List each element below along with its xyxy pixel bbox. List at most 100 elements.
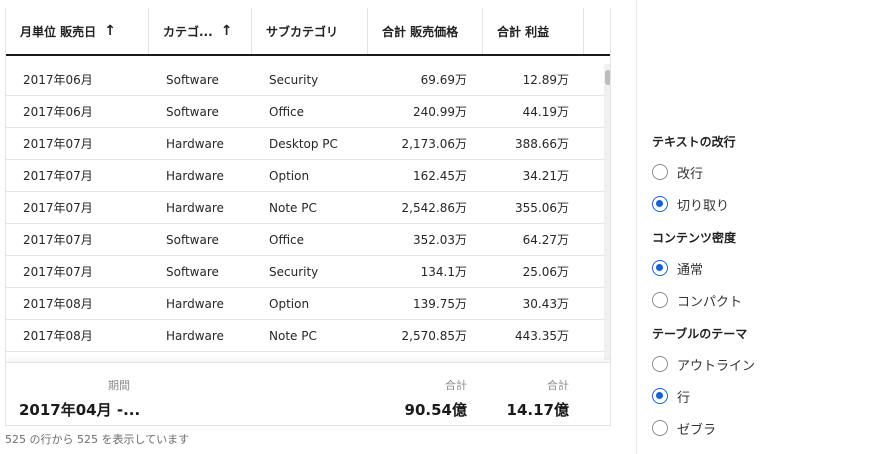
table-cell: 12.89万 [522, 73, 569, 87]
table-cell: 139.75万 [413, 297, 467, 311]
row-count-status: 525 の行から 525 を表示しています [5, 433, 190, 446]
radio-icon[interactable] [652, 260, 668, 276]
table-cell: 2017年08月 [23, 297, 93, 311]
column-header-category[interactable]: カテゴ... ↑ [149, 8, 252, 54]
theme-title: テーブルのテーマ [652, 327, 748, 341]
radio-label: 改行 [677, 166, 704, 182]
table-cell: 162.45万 [413, 169, 467, 183]
column-header-label: 合計 販売価格 [382, 24, 459, 39]
table-header: 月単位 販売日 ↑ カテゴ... ↑ サブカテゴリ 合計 販売価格 合計 利益 [6, 8, 610, 56]
table-cell: Hardware [166, 136, 224, 151]
table-row[interactable]: 2017年07月 Hardware Note PC 2,542.86万 355.06万 [6, 192, 604, 224]
arrow-up-icon: ↑ [220, 23, 233, 39]
table-cell: 2,542.86万 [401, 201, 467, 215]
radio-icon[interactable] [652, 388, 668, 404]
column-header-sales-total[interactable]: 合計 販売価格 [368, 8, 483, 54]
table-cell: 30.43万 [522, 297, 569, 311]
table-cell: 352.03万 [413, 233, 467, 247]
vertical-scrollbar[interactable] [604, 64, 610, 360]
table-row[interactable]: 2017年06月 Software Office 240.99万 44.19万 [6, 96, 604, 128]
table-cell: 2017年07月 [23, 233, 93, 247]
radio-label: アウトライン [677, 358, 756, 374]
table-cell: 25.06万 [522, 265, 569, 279]
table-cell: Hardware [166, 296, 224, 311]
table-cell: Hardware [166, 328, 224, 343]
table-cell: 2017年07月 [23, 169, 93, 183]
table-cell: 2,173.06万 [401, 137, 467, 151]
radio-zebra[interactable]: ゼブラ [652, 418, 716, 438]
table-cell: Hardware [166, 200, 224, 215]
table-row[interactable]: 2017年08月 Hardware Note PC 2,570.85万 443.35万 [6, 320, 604, 352]
radio-wrap[interactable]: 改行 [652, 162, 703, 182]
radio-normal[interactable]: 通常 [652, 258, 703, 278]
table-cell: Office [269, 104, 305, 119]
table-cell: Option [269, 168, 310, 183]
table-cell: 2017年06月 [23, 73, 93, 87]
table-cell: Hardware [166, 168, 224, 183]
table-cell: 44.19万 [522, 105, 569, 119]
radio-compact[interactable]: コンパクト [652, 290, 742, 310]
column-header-month[interactable]: 月単位 販売日 ↑ [6, 8, 149, 54]
column-header-label: カテゴ... [163, 24, 213, 39]
table-cell: Note PC [269, 328, 317, 343]
radio-icon[interactable] [652, 356, 668, 372]
data-table: 月単位 販売日 ↑ カテゴ... ↑ サブカテゴリ 合計 販売価格 合計 利益 … [5, 8, 611, 426]
period-value: 2017年04月 -... [19, 401, 141, 419]
table-row[interactable]: 2017年07月 Software Office 352.03万 64.27万 [6, 224, 604, 256]
table-cell: 240.99万 [413, 105, 467, 119]
table-cell: Software [166, 264, 219, 279]
table-cell: Desktop PC [269, 136, 338, 151]
table-row[interactable]: 2017年08月 Hardware Option 139.75万 30.43万 [6, 288, 604, 320]
panel-divider [636, 0, 637, 454]
radio-clip[interactable]: 切り取り [652, 194, 729, 214]
table-cell: 2,570.85万 [401, 329, 467, 343]
scrollbar-thumb[interactable] [605, 70, 610, 85]
profit-total-value: 14.17億 [506, 401, 569, 419]
radio-icon[interactable] [652, 420, 668, 436]
table-cell: 64.27万 [522, 233, 569, 247]
radio-rows[interactable]: 行 [652, 386, 690, 406]
radio-label: ゼブラ [677, 422, 717, 438]
table-cell: 388.66万 [515, 137, 569, 151]
table-cell: 34.21万 [522, 169, 569, 183]
column-header-spacer [584, 8, 610, 54]
table-cell: Software [166, 232, 219, 247]
column-header-label: サブカテゴリ [266, 24, 339, 39]
table-cell: Note PC [269, 200, 317, 215]
column-header-subcategory[interactable]: サブカテゴリ [252, 8, 368, 54]
table-settings-panel: テキストの改行 改行 切り取り コンテンツ密度 通常 コンパクト テーブルのテー… [652, 0, 892, 454]
sales-total-value: 90.54億 [404, 401, 467, 419]
column-header-profit-total[interactable]: 合計 利益 [483, 8, 584, 54]
table-cell: Security [269, 264, 319, 279]
table-row[interactable]: 2017年07月 Hardware Option 162.45万 34.21万 [6, 160, 604, 192]
table-row[interactable]: 2017年06月 Software Security 69.69万 12.89万 [6, 64, 604, 96]
radio-label: 切り取り [677, 198, 730, 214]
table-row[interactable]: 2017年07月 Hardware Desktop PC 2,173.06万 388.6… [6, 128, 604, 160]
radio-label: 通常 [677, 262, 704, 278]
table-cell: 69.69万 [420, 73, 467, 87]
table-cell: Office [269, 232, 305, 247]
radio-icon[interactable] [652, 292, 668, 308]
radio-icon[interactable] [652, 196, 668, 212]
table-body: 2017年06月 Software Security 69.69万 12.89万 2017… [6, 64, 604, 360]
table-cell: 2017年06月 [23, 105, 93, 119]
table-cell: 134.1万 [420, 265, 467, 279]
radio-icon[interactable] [652, 164, 668, 180]
table-cell: Software [166, 104, 219, 119]
radio-label: コンパクト [677, 294, 743, 310]
column-header-label: 合計 利益 [497, 24, 550, 39]
table-row[interactable]: 2017年07月 Software Security 134.1万 25.06万 [6, 256, 604, 288]
radio-outline[interactable]: アウトライン [652, 354, 755, 374]
text-wrap-title: テキストの改行 [652, 135, 736, 149]
table-cell: 355.06万 [515, 201, 569, 215]
table-cell: 443.35万 [515, 329, 569, 343]
table-cell: 2017年07月 [23, 201, 93, 215]
column-header-label: 月単位 販売日 [20, 24, 97, 39]
table-cell: Option [269, 296, 310, 311]
arrow-up-icon: ↑ [104, 23, 116, 39]
table-cell: Software [166, 72, 219, 87]
table-cell: 2017年08月 [23, 329, 93, 343]
table-footer: 期間 2017年04月 -... 合計 90.54億 合計 14.17億 [6, 362, 610, 425]
table-cell: Security [269, 72, 319, 87]
sales-total-label: 合計 [445, 379, 467, 392]
